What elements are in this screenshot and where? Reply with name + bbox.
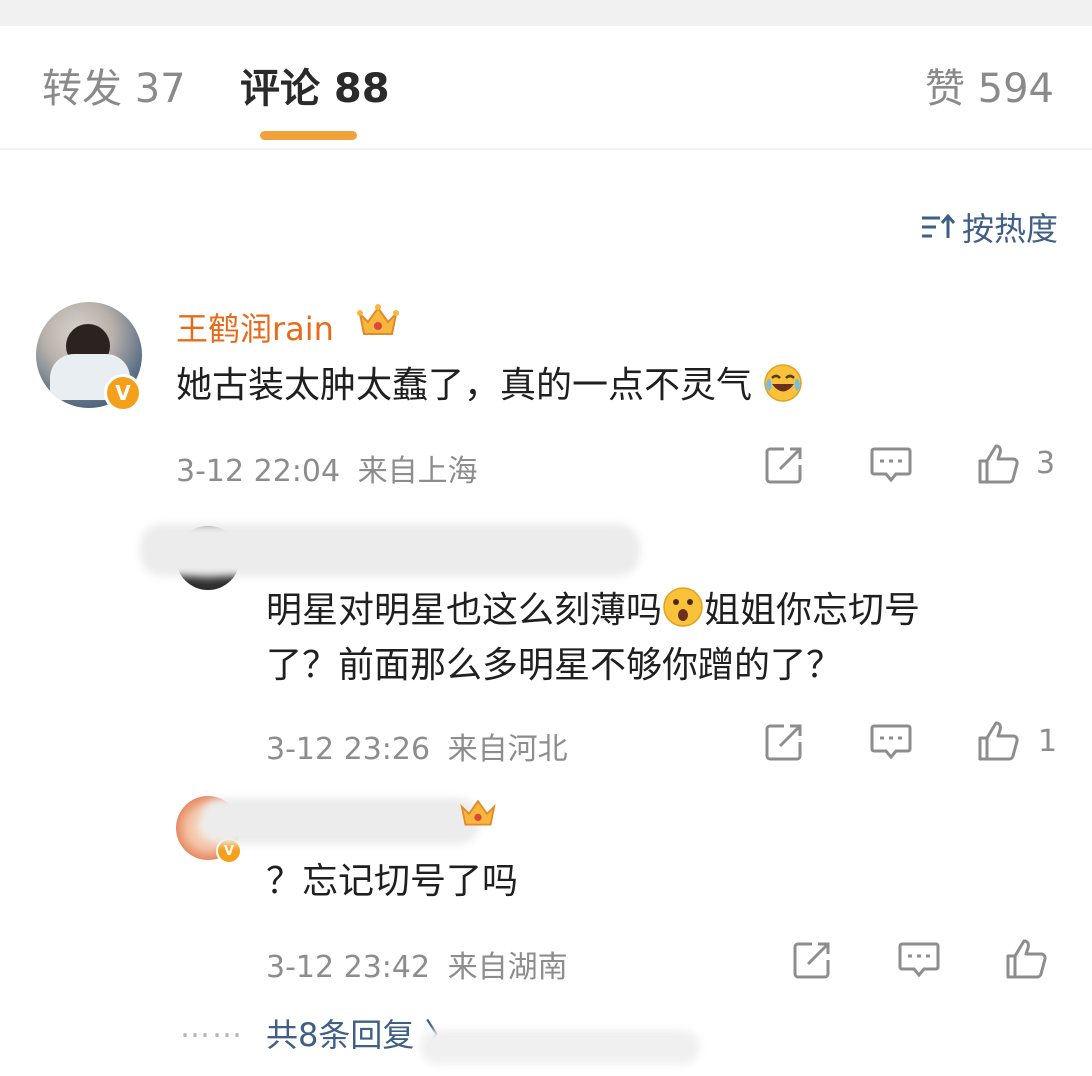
tab-comments[interactable]: 评论 88 [240, 66, 390, 112]
share-icon[interactable] [764, 445, 804, 485]
verified-badge-icon: V [104, 374, 142, 412]
comment-icon[interactable] [898, 941, 940, 979]
comment-text-line1: 明星对明星也这么刻薄吗 [266, 590, 663, 631]
watermark [420, 1030, 700, 1064]
like-count: 1 [1038, 724, 1058, 759]
share-icon[interactable] [764, 722, 804, 762]
like-icon[interactable] [976, 442, 1020, 486]
tab-repost[interactable]: 转发 37 [42, 66, 186, 112]
comment-text-body: 她古装太肿太蠢了，真的一点不灵气 [176, 365, 753, 406]
comment-icon[interactable] [870, 723, 912, 761]
comment-time: 3-12 23:42 [266, 950, 431, 985]
like-count: 3 [1036, 446, 1056, 481]
comment-meta: 3-12 23:42 来自湖南 [266, 942, 568, 986]
sort-button[interactable]: 按热度 [920, 204, 1058, 250]
laugh-cry-emoji [764, 364, 803, 402]
comment-text-line1b: 姐姐你忘切号 [704, 590, 921, 631]
shocked-emoji [663, 587, 703, 627]
comment-text: 明星对明星也这么刻薄吗 姐姐你忘切号 [266, 585, 920, 637]
comment-time: 3-12 23:26 [266, 732, 431, 767]
comment-text: 她古装太肿太蠢了，真的一点不灵气 [176, 360, 803, 412]
sort-icon [920, 212, 956, 242]
like-icon[interactable] [976, 719, 1020, 763]
like-icon[interactable] [1004, 937, 1048, 981]
tab-likes[interactable]: 赞 594 [925, 66, 1054, 112]
active-tab-indicator [260, 131, 357, 140]
comment-meta: 3-12 23:26 来自河北 [266, 724, 568, 768]
comment-location: 来自湖南 [447, 950, 568, 985]
comment-meta: 3-12 22:04 来自上海 [176, 446, 478, 490]
share-icon[interactable] [792, 940, 832, 980]
comment-icon[interactable] [870, 446, 912, 484]
top-band [0, 0, 1092, 26]
comment-text: ？忘记切号了吗 [266, 861, 519, 902]
crown-icon [460, 799, 496, 826]
comment-location: 来自上海 [357, 454, 478, 489]
redacted-username [200, 798, 480, 844]
tab-bar: 转发 37 评论 88 赞 594 [0, 26, 1092, 150]
sort-label: 按热度 [961, 210, 1058, 248]
redacted-username [140, 524, 640, 576]
ellipsis-divider: …… [180, 1010, 244, 1045]
comment-location: 来自河北 [447, 732, 568, 767]
comment-username[interactable]: 王鹤润rain [176, 304, 334, 350]
comment-time: 3-12 22:04 [176, 454, 341, 489]
crown-icon [357, 304, 399, 335]
comment-text-line2: 了？前面那么多明星不够你蹭的了？ [266, 645, 843, 686]
